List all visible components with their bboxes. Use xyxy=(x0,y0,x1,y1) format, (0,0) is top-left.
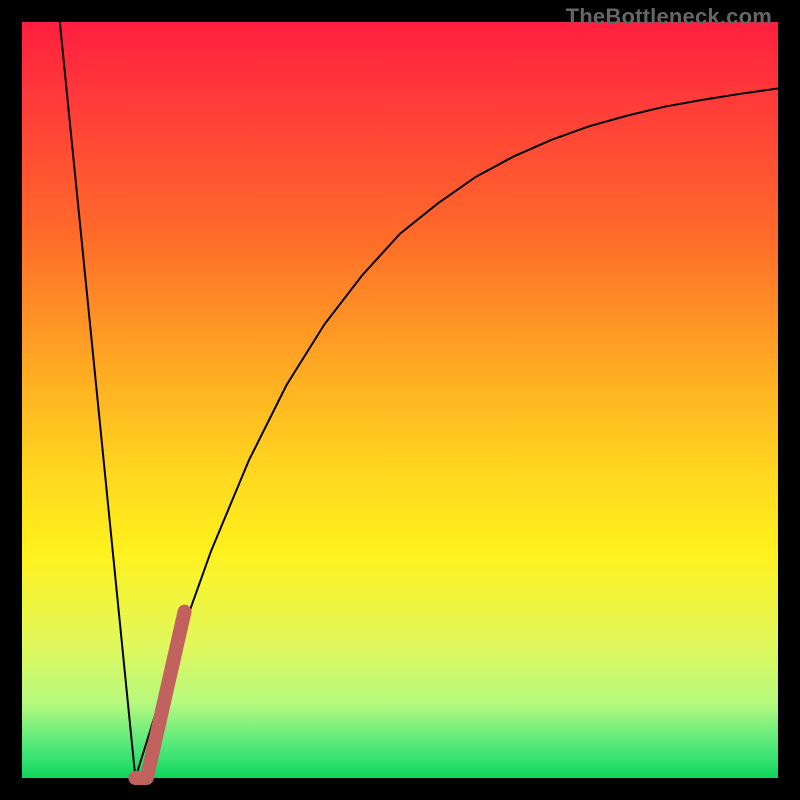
series-descending-line xyxy=(60,22,136,778)
chart-frame: TheBottleneck.com xyxy=(0,0,800,800)
watermark-text: TheBottleneck.com xyxy=(566,4,772,30)
chart-svg xyxy=(22,22,778,778)
series-rising-curve xyxy=(135,89,778,778)
